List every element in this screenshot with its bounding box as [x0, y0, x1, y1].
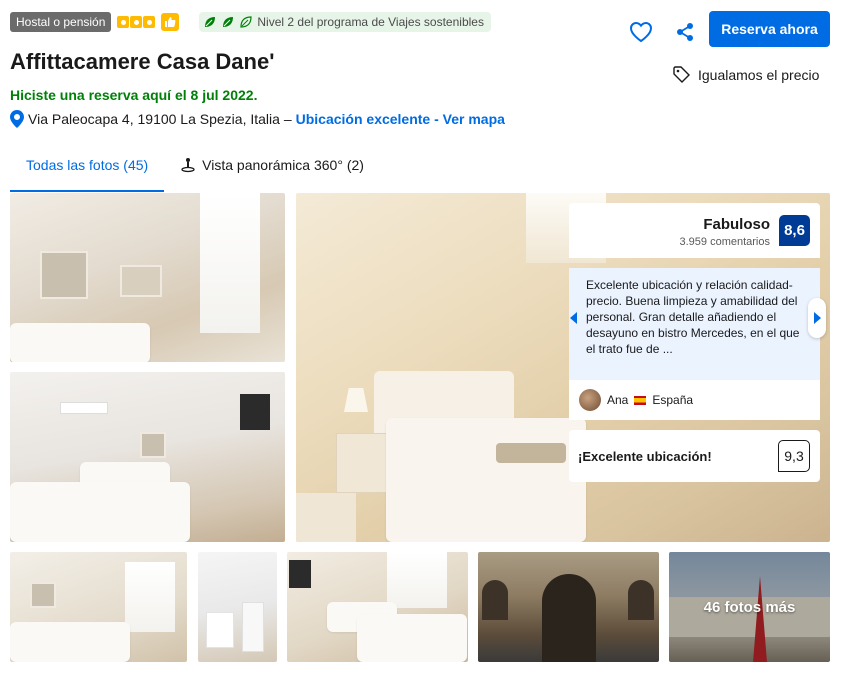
- next-review-button[interactable]: [808, 298, 826, 338]
- price-tag-icon: [673, 66, 690, 83]
- gallery-more-photos[interactable]: 46 fotos más: [669, 552, 830, 662]
- reviewer-country: España: [652, 393, 694, 407]
- star-icon: [117, 16, 130, 28]
- shower: [242, 602, 264, 652]
- price-match[interactable]: Igualamos el precio: [673, 66, 819, 83]
- panorama-360-icon: [181, 158, 195, 173]
- air-conditioner: [60, 402, 108, 414]
- star-icon: [130, 16, 143, 28]
- review-count: 3.959 comentarios: [679, 236, 771, 248]
- location-score-card[interactable]: ¡Excelente ubicación! 9,3: [569, 430, 820, 482]
- chevron-right-icon: [814, 312, 821, 324]
- gallery-photo[interactable]: [287, 552, 468, 662]
- window: [200, 193, 260, 333]
- share-icon: [677, 23, 693, 41]
- star-rating: [117, 16, 156, 28]
- leaf-icon: [240, 16, 252, 28]
- more-photos-overlay[interactable]: 46 fotos más: [669, 552, 830, 662]
- map-pin-icon: [10, 110, 24, 128]
- bed: [357, 614, 467, 662]
- chevron-left-icon: [570, 312, 577, 324]
- review-text: Excelente ubicación y relación calidad-p…: [586, 278, 800, 356]
- reviewer-name: Ana: [607, 393, 629, 407]
- gallery-photo[interactable]: [10, 372, 285, 542]
- window: [387, 552, 447, 608]
- gallery-photo[interactable]: [478, 552, 659, 662]
- sink: [206, 612, 234, 648]
- sustainability-label: Nivel 2 del programa de Viajes sostenibl…: [257, 15, 484, 29]
- chair: [296, 493, 356, 542]
- address-text: Via Paleocapa 4, 19100 La Spezia, Italia…: [28, 111, 292, 127]
- price-match-label: Igualamos el precio: [698, 66, 820, 83]
- wall-mirror: [120, 265, 162, 297]
- window: [125, 562, 175, 632]
- tab-360-view-label: Vista panorámica 360° (2): [202, 157, 364, 173]
- wall-art: [40, 251, 88, 299]
- rating-card[interactable]: Fabuloso 3.959 comentarios 8,6: [569, 203, 820, 258]
- entrance-door: [542, 574, 596, 662]
- bed: [10, 482, 190, 542]
- leaf-icon: [205, 17, 216, 27]
- star-icon: [143, 16, 156, 28]
- previous-booking-note: Hiciste una reserva aquí el 8 jul 2022.: [10, 87, 258, 103]
- location-map-link[interactable]: Ubicación excelente - Ver mapa: [296, 111, 505, 127]
- wall-art: [30, 582, 56, 608]
- address-line: Via Paleocapa 4, 19100 La Spezia, Italia…: [10, 110, 505, 128]
- share-button[interactable]: [672, 18, 698, 46]
- rating-label: Fabuloso: [703, 216, 770, 233]
- save-favorite-button[interactable]: [627, 18, 655, 46]
- tab-all-photos[interactable]: Todas las fotos (45): [10, 143, 165, 192]
- previous-review-button[interactable]: [569, 308, 579, 328]
- leaf-icon: [223, 17, 234, 27]
- bed: [10, 622, 130, 662]
- bed: [386, 418, 586, 542]
- thumbs-up-icon[interactable]: [161, 13, 180, 31]
- property-title: Affittacamere Casa Dane': [10, 49, 275, 74]
- gallery-photo[interactable]: [10, 193, 285, 362]
- photo-tabs: Todas las fotos (45) Vista panorámica 36…: [10, 143, 830, 192]
- heart-icon: [629, 21, 653, 43]
- bed-runner: [496, 443, 566, 463]
- avatar: [579, 389, 601, 411]
- location-score-label: ¡Excelente ubicación!: [578, 449, 712, 464]
- tab-360-view[interactable]: Vista panorámica 360° (2): [164, 143, 380, 192]
- header-badges: Hostal o pensión Nivel 2 del programa de…: [10, 12, 491, 32]
- wall-art: [140, 432, 166, 458]
- building-window: [482, 580, 508, 620]
- sustainability-badge[interactable]: Nivel 2 del programa de Viajes sostenibl…: [199, 12, 491, 32]
- spain-flag-icon: [634, 395, 647, 405]
- lamp: [344, 388, 368, 412]
- location-score-badge: 9,3: [778, 440, 810, 472]
- property-type-badge: Hostal o pensión: [10, 12, 112, 32]
- reserve-now-button[interactable]: Reserva ahora: [709, 11, 830, 47]
- rating-score-badge: 8,6: [779, 215, 810, 246]
- gallery-photo[interactable]: [198, 552, 277, 662]
- building-window: [628, 580, 654, 620]
- wall-tv: [289, 560, 311, 588]
- wall-tv: [240, 394, 270, 430]
- gallery-photo[interactable]: [10, 552, 187, 662]
- tab-all-photos-label: Todas las fotos (45): [26, 157, 149, 173]
- bed: [10, 323, 150, 362]
- review-snippet[interactable]: Excelente ubicación y relación calidad-p…: [569, 268, 826, 380]
- reviewer-info: Ana España: [569, 380, 820, 420]
